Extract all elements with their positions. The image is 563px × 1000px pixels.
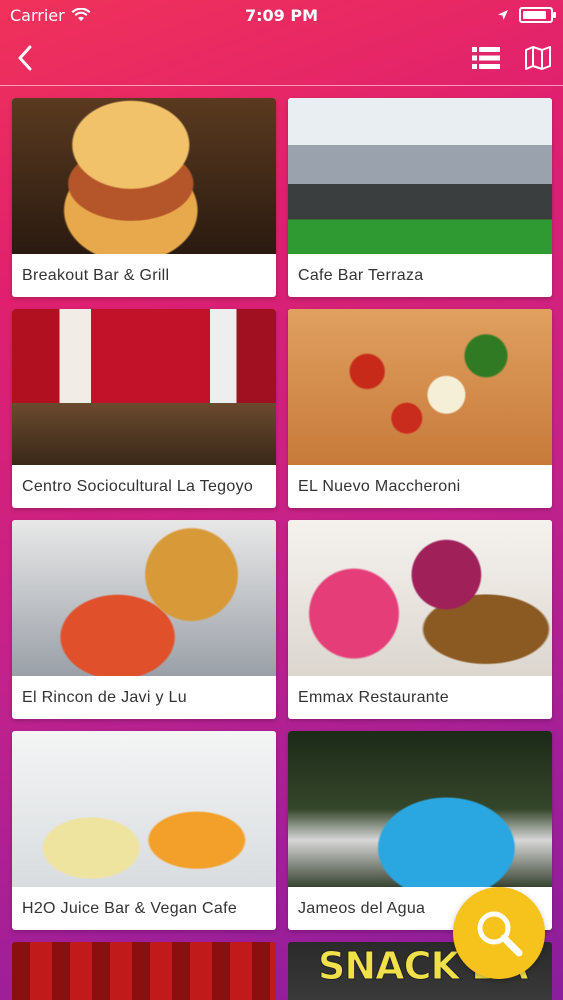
location-arrow-icon [498,10,508,20]
restaurant-card[interactable]: H2O Juice Bar & Vegan Cafe [12,731,276,930]
search-button[interactable] [453,887,545,979]
map-view-button[interactable] [523,43,553,73]
restaurant-card[interactable]: Cafe Bar Terraza [288,98,552,297]
restaurant-card-partial[interactable] [12,942,276,1000]
restaurant-name: Cafe Bar Terraza [298,266,424,284]
restaurant-photo [12,520,276,676]
restaurant-card[interactable]: El Rincon de Javi y Lu [12,520,276,719]
restaurant-name: Breakout Bar & Grill [22,266,170,284]
restaurant-grid: Breakout Bar & Grill Cafe Bar Terraza Ce… [12,98,552,1000]
carrier-label: Carrier [10,5,65,25]
restaurant-photo [12,309,276,465]
restaurant-photo [288,98,552,254]
restaurant-card[interactable]: EL Nuevo Maccheroni [288,309,552,508]
restaurant-photo [12,98,276,254]
restaurant-name: EL Nuevo Maccheroni [298,477,461,495]
search-icon [477,911,523,957]
restaurant-name: Centro Sociocultural La Tegoyo [22,477,254,495]
restaurant-photo [288,731,552,887]
wifi-icon [71,8,91,21]
restaurant-photo [12,731,276,887]
battery-icon [519,7,556,23]
list-view-button[interactable] [471,43,501,73]
restaurant-name: Emmax Restaurante [298,688,449,706]
map-icon [525,45,551,70]
restaurant-photo [288,520,552,676]
list-icon [472,46,500,69]
restaurant-name: El Rincon de Javi y Lu [22,688,187,706]
restaurant-card[interactable]: Breakout Bar & Grill [12,98,276,297]
chevron-left-icon [18,45,32,70]
restaurant-photo [288,309,552,465]
restaurant-card[interactable]: Emmax Restaurante [288,520,552,719]
back-button[interactable] [10,43,40,73]
status-bar: Carrier 7:09 PM [0,0,563,30]
restaurant-name: H2O Juice Bar & Vegan Cafe [22,899,238,917]
navigation-header [0,30,563,86]
restaurant-card[interactable]: Centro Sociocultural La Tegoyo [12,309,276,508]
